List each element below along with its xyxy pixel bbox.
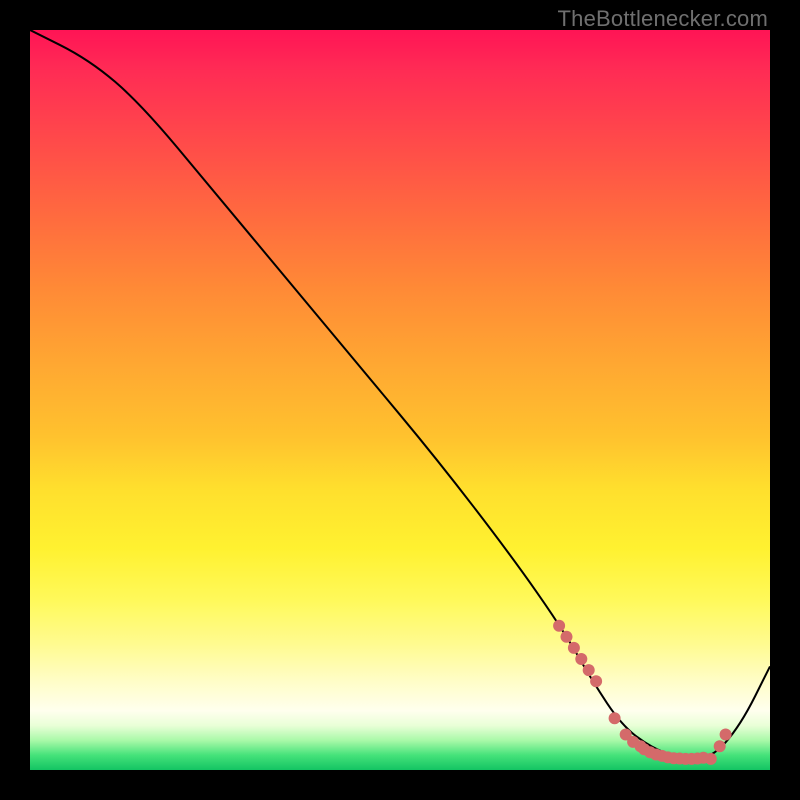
chart-svg [30,30,770,770]
bottleneck-curve [30,30,770,759]
data-marker [568,642,580,654]
plot-area [30,30,770,770]
data-marker [561,631,573,643]
data-marker [714,740,726,752]
data-marker [609,712,621,724]
data-marker [583,664,595,676]
data-marker [590,675,602,687]
data-markers [553,620,732,765]
data-marker [575,653,587,665]
attribution-text: TheBottlenecker.com [558,6,768,32]
data-marker [720,729,732,741]
chart-frame: TheBottlenecker.com [0,0,800,800]
data-marker [553,620,565,632]
data-marker [705,753,717,765]
